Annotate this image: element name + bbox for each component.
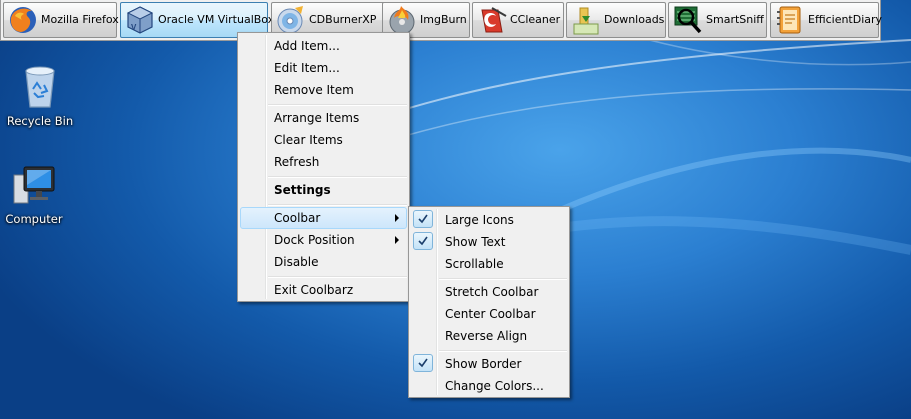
menu-item-label: Change Colors... [445,379,544,393]
coolbar-button-label: SmartSniff [706,13,764,26]
menu-item-label: Add Item... [274,39,340,53]
coolbar-submenu: Large Icons Show Text Scrollable Stretch… [408,206,570,398]
recycle-bin-icon [25,66,55,108]
submenu-item-show-text[interactable]: Show Text [411,231,567,253]
virtualbox-icon: V [126,6,154,34]
menu-item-label: Disable [274,255,319,269]
submenu-item-scrollable[interactable]: Scrollable [411,253,567,275]
coolbar-context-menu: Add Item... Edit Item... Remove Item Arr… [237,32,410,302]
menu-item-label: Arrange Items [274,111,360,125]
coolbar-button-label: ImgBurn [420,13,467,26]
menu-item-dock-position[interactable]: Dock Position [240,229,407,251]
coolbar-button-label: Downloads [604,13,665,26]
menu-item-remove-item[interactable]: Remove Item [240,79,407,101]
menu-item-label: Coolbar [274,211,321,225]
menu-item-label: Refresh [274,155,320,169]
menu-item-label: Remove Item [274,83,354,97]
menu-item-add-item[interactable]: Add Item... [240,35,407,57]
desktop-icon-computer[interactable]: Computer [0,163,74,226]
menu-item-clear-items[interactable]: Clear Items [240,129,407,151]
submenu-arrow-icon [395,214,399,222]
menu-item-label: Reverse Align [445,329,528,343]
checkmark-icon [413,232,433,250]
menu-item-label: Dock Position [274,233,355,247]
coolbar-button-firefox[interactable]: Mozilla Firefox [3,2,119,38]
menu-item-settings[interactable]: Settings [240,179,407,201]
coolbar-button-label: CCleaner [510,13,561,26]
menu-separator [268,276,407,278]
menu-item-label: Show Text [445,235,506,249]
coolbar-button-efficientdiary[interactable]: EfficientDiary [770,2,883,38]
ccleaner-icon [481,7,507,33]
menu-item-label: Exit Coolbarz [274,283,354,297]
firefox-icon [10,7,36,33]
menu-item-arrange-items[interactable]: Arrange Items [240,107,407,129]
desktop-icon-recycle-bin[interactable]: Recycle Bin [0,63,80,128]
menu-item-disable[interactable]: Disable [240,251,407,273]
efficientdiary-icon [777,6,801,34]
coolbar-button-smartsniff[interactable]: SmartSniff [668,2,767,38]
submenu-item-reverse-align[interactable]: Reverse Align [411,325,567,347]
menu-item-edit-item[interactable]: Edit Item... [240,57,407,79]
menu-separator [268,204,407,206]
smartsniff-icon [674,6,702,34]
menu-item-coolbar[interactable]: Coolbar [240,207,407,229]
menu-separator [268,176,407,178]
submenu-item-change-colors[interactable]: Change Colors... [411,375,567,397]
submenu-item-large-icons[interactable]: Large Icons [411,209,567,231]
computer-icon [13,166,55,204]
coolbar-button-ccleaner[interactable]: CCleaner [472,2,564,38]
menu-item-refresh[interactable]: Refresh [240,151,407,173]
coolbar-button-label: Mozilla Firefox [41,13,119,26]
menu-separator [268,104,407,106]
submenu-item-stretch-coolbar[interactable]: Stretch Coolbar [411,281,567,303]
svg-text:V: V [131,23,137,32]
menu-item-label: Center Coolbar [445,307,536,321]
menu-separator [439,350,567,352]
menu-item-label: Scrollable [445,257,504,271]
coolbar-button-downloads[interactable]: Downloads [566,2,666,38]
submenu-item-center-coolbar[interactable]: Center Coolbar [411,303,567,325]
checkmark-icon [413,354,433,372]
menu-item-label: Show Border [445,357,522,371]
menu-item-exit-coolbarz[interactable]: Exit Coolbarz [240,279,407,301]
desktop-background: Mozilla Firefox V Oracle VM VirtualBox C… [0,0,911,419]
coolbar: Mozilla Firefox V Oracle VM VirtualBox C… [0,0,883,41]
menu-item-label: Clear Items [274,133,343,147]
coolbar-button-label: CDBurnerXP [309,13,377,26]
submenu-item-show-border[interactable]: Show Border [411,353,567,375]
menu-item-label: Stretch Coolbar [445,285,539,299]
coolbar-button-label: Oracle VM VirtualBox [158,13,275,26]
menu-separator [439,278,567,280]
checkmark-icon [413,210,433,228]
desktop-icon-label: Computer [5,212,63,226]
downloads-folder-icon [573,7,599,35]
menu-item-label: Large Icons [445,213,514,227]
coolbar-button-label: EfficientDiary [808,13,883,26]
menu-item-label: Edit Item... [274,61,340,75]
menu-item-label: Settings [274,183,331,197]
submenu-arrow-icon [395,236,399,244]
desktop-icon-label: Recycle Bin [6,114,74,128]
